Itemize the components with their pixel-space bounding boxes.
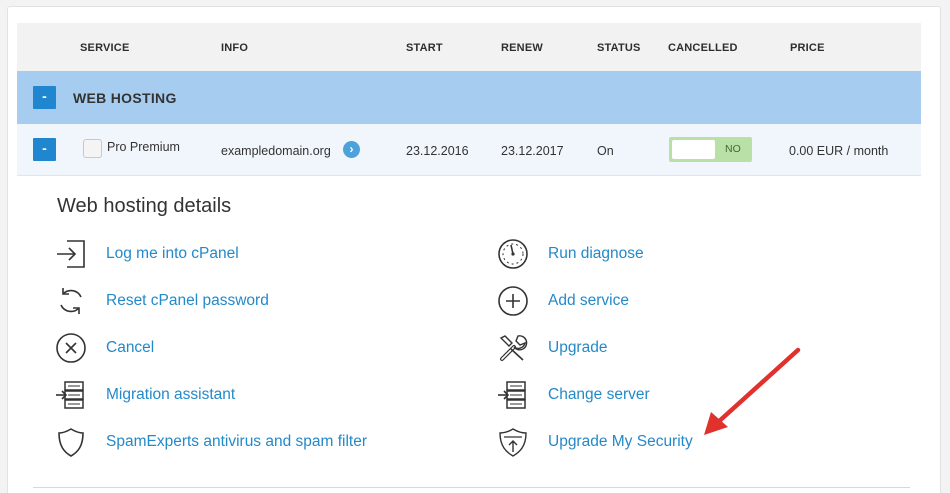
cancelled-toggle[interactable]: NO (669, 137, 752, 162)
action-label: Run diagnose (548, 245, 644, 262)
action-change-server[interactable]: Change server (497, 379, 717, 415)
action-label: Cancel (106, 339, 155, 356)
status-value: On (597, 144, 614, 158)
domain-info: exampledomain.org (221, 144, 331, 158)
cancelled-value: NO (725, 143, 741, 155)
action-label: SpamExperts antivirus and spam filter (106, 433, 368, 450)
start-date: 23.12.2016 (406, 144, 469, 158)
login-icon (57, 240, 85, 268)
action-reset-cpanel-password[interactable]: Reset cPanel password (55, 285, 355, 321)
cancel-circle-icon (56, 333, 86, 363)
server-change-icon (498, 381, 526, 409)
action-migration-assistant[interactable]: Migration assistant (55, 379, 355, 415)
action-label: Log me into cPanel (106, 245, 239, 262)
tools-icon (499, 335, 528, 361)
action-log-into-cpanel[interactable]: Log me into cPanel (55, 238, 355, 274)
action-run-diagnose[interactable]: Run diagnose (497, 238, 717, 274)
header-price[interactable]: PRICE (790, 42, 825, 54)
annotation-arrow-icon (704, 347, 801, 435)
divider (33, 487, 910, 488)
header-status[interactable]: STATUS (597, 42, 641, 54)
gauge-icon (498, 239, 528, 269)
action-cancel[interactable]: Cancel (55, 332, 355, 368)
security-shield-icon (499, 428, 527, 457)
header-renew[interactable]: RENEW (501, 42, 543, 54)
renew-date: 23.12.2017 (501, 144, 564, 158)
action-upgrade[interactable]: Upgrade (497, 332, 717, 368)
header-cancelled[interactable]: CANCELLED (668, 42, 738, 54)
action-label: Change server (548, 386, 650, 403)
refresh-icon (60, 288, 82, 314)
table-row: - Pro Premium exampledomain.org › 23.12.… (17, 124, 921, 176)
shield-icon (58, 428, 84, 457)
action-label: Upgrade (548, 339, 608, 356)
action-label: Reset cPanel password (106, 292, 269, 309)
group-row-web-hosting: - WEB HOSTING (17, 71, 921, 124)
action-label: Migration assistant (106, 386, 236, 403)
action-upgrade-my-security[interactable]: Upgrade My Security (497, 426, 717, 462)
table-header: SERVICE INFO START RENEW STATUS CANCELLE… (17, 23, 921, 71)
action-spamexperts[interactable]: SpamExperts antivirus and spam filter (55, 426, 395, 462)
row-checkbox[interactable] (83, 139, 102, 158)
header-service[interactable]: SERVICE (80, 42, 130, 54)
action-label: Upgrade My Security (548, 433, 693, 450)
toggle-knob (672, 140, 715, 159)
chevron-right-icon[interactable]: › (343, 141, 360, 158)
service-name: Pro Premium (107, 140, 180, 154)
group-title: WEB HOSTING (73, 90, 177, 106)
add-circle-icon (498, 286, 528, 316)
header-info[interactable]: INFO (221, 42, 248, 54)
collapse-group-button[interactable]: - (33, 86, 56, 109)
details-title: Web hosting details (57, 195, 232, 217)
action-label: Add service (548, 292, 629, 309)
header-start[interactable]: START (406, 42, 443, 54)
collapse-row-button[interactable]: - (33, 138, 56, 161)
price-value: 0.00 EUR / month (789, 144, 889, 158)
server-migrate-icon (56, 381, 84, 409)
action-add-service[interactable]: Add service (497, 285, 717, 321)
